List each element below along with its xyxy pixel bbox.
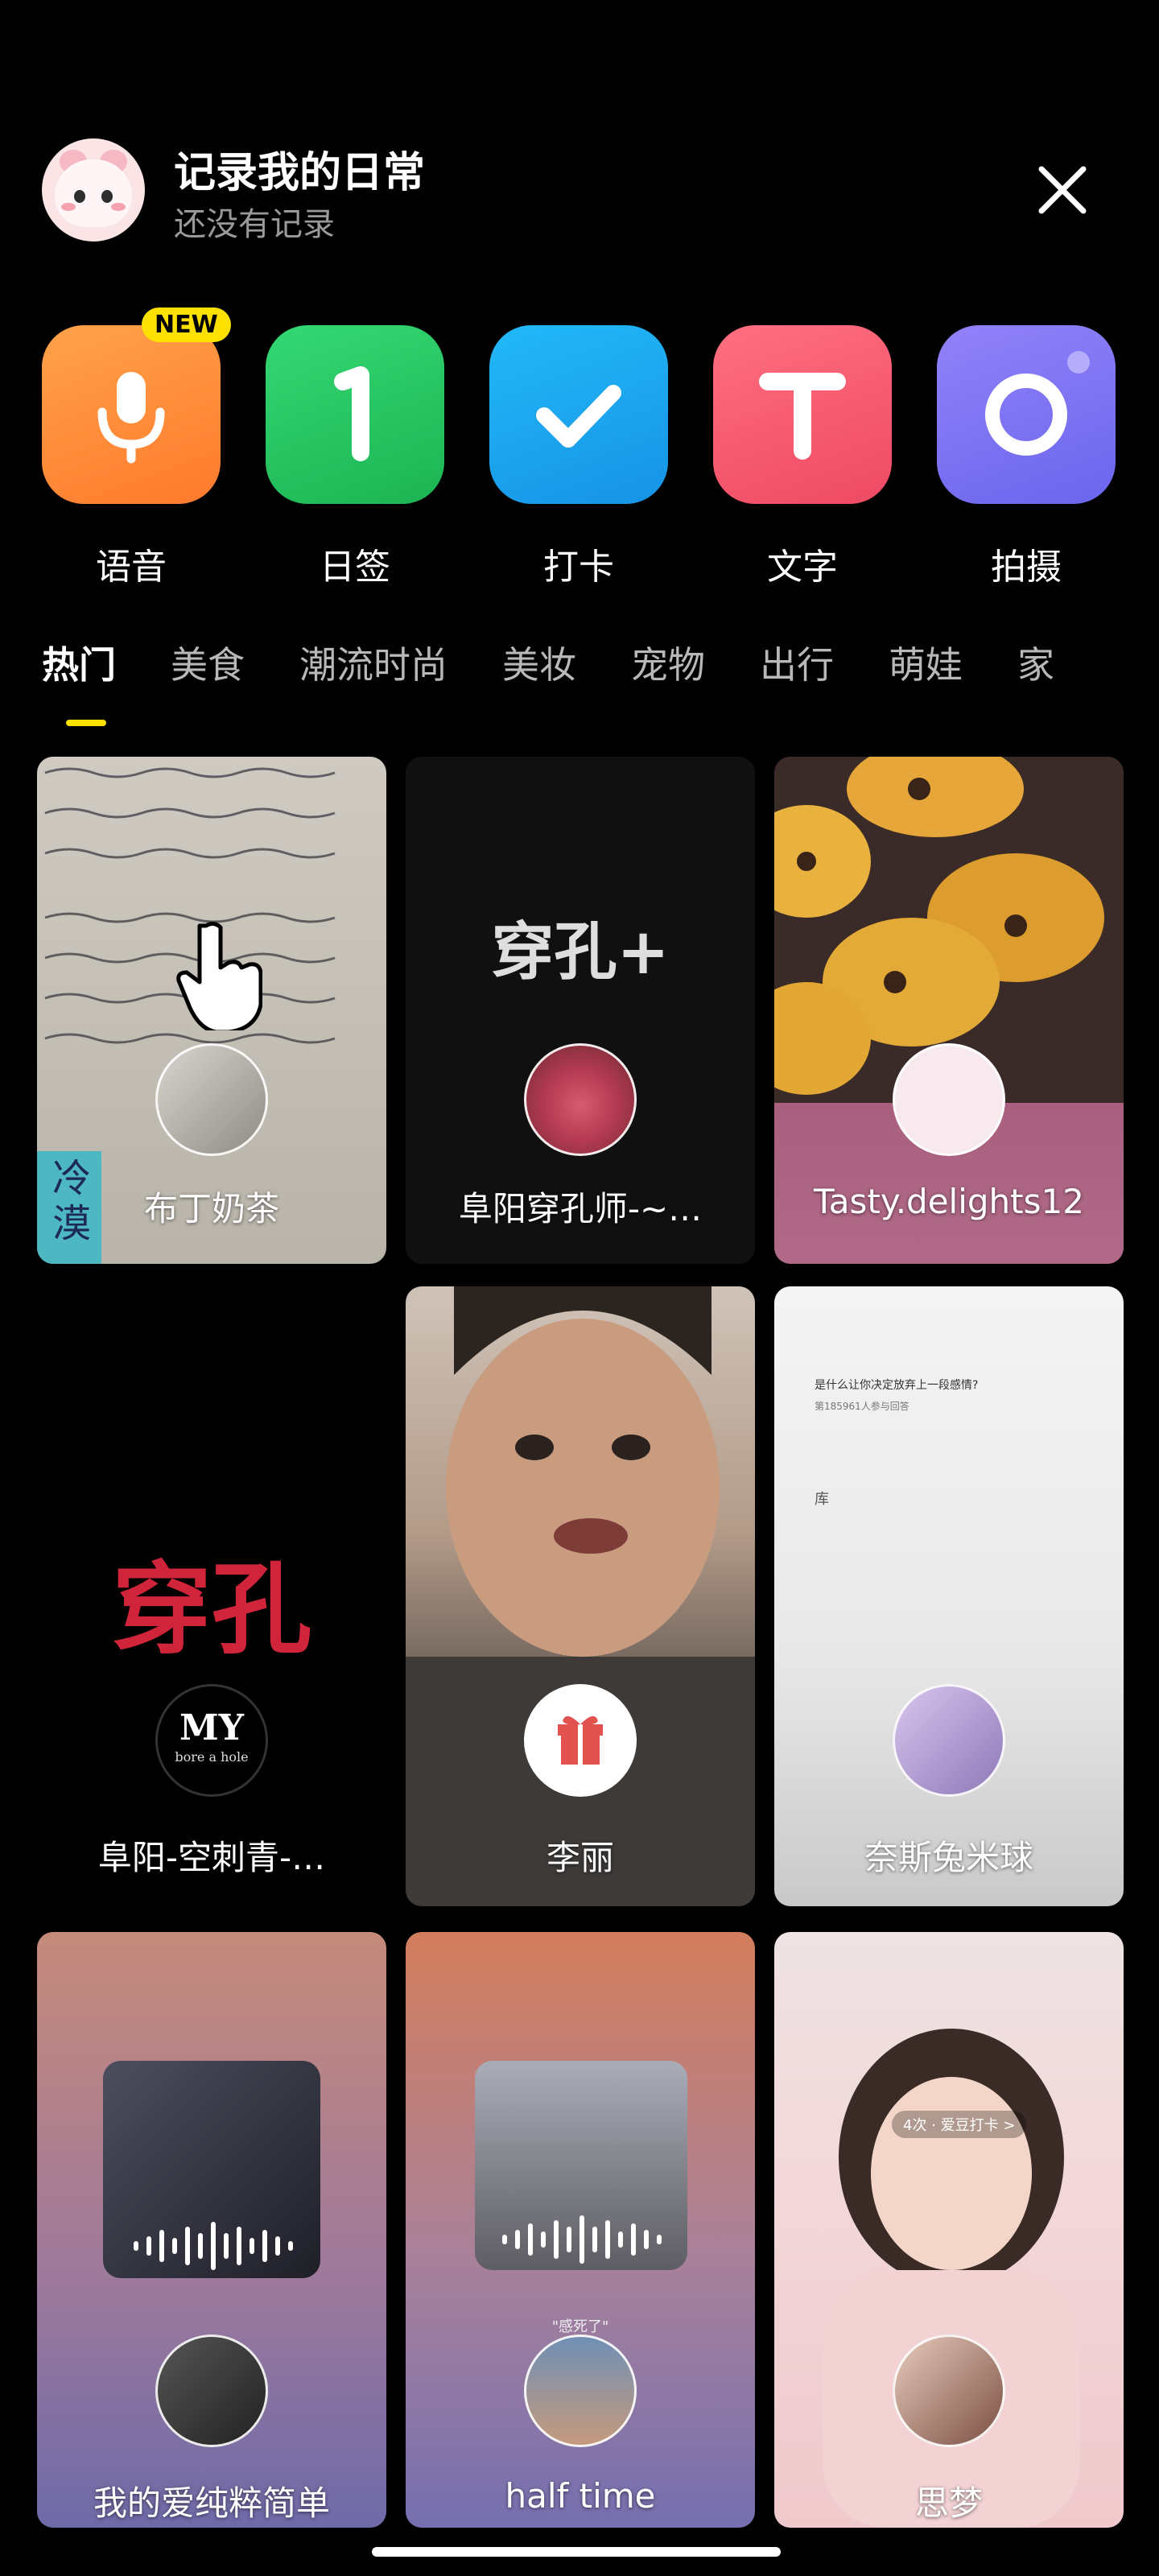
user-avatar[interactable] [155,2334,268,2447]
hand-cursor-icon [176,921,262,1030]
close-icon[interactable] [1030,158,1095,222]
card-username: half time [505,2476,656,2516]
tab-travel[interactable]: 出行 [760,636,834,689]
text-t-icon [759,373,846,460]
capture-action-button[interactable]: 拍摄 [937,325,1116,589]
home-indicator[interactable] [372,2547,781,2557]
shop-logo[interactable]: MY bore a hole [155,1684,268,1797]
gift-icon-button[interactable] [524,1684,637,1797]
logo-subtext: bore a hole [175,1749,249,1765]
card-username: 奈斯兔米球 [864,1838,1033,1877]
page-subtitle: 还没有记录 [174,206,335,243]
card-overlay-text: 穿孔+ [491,916,670,989]
answer-text: 库 [815,1491,829,1508]
microphone-icon [97,372,165,464]
gift-icon [558,1715,603,1765]
user-avatar[interactable] [524,1043,637,1156]
bunny-avatar-icon[interactable] [42,138,145,242]
camera-lens-icon [985,351,1090,456]
daily-sign-action-button[interactable]: 日签 [266,325,444,589]
audio-wave-icon [502,2215,662,2264]
page-title: 记录我的日常 [174,149,426,197]
feed-card[interactable]: 穿孔+ 阜阳穿孔师-~… [406,757,755,1264]
feed-card[interactable]: 李丽 [406,1286,755,1906]
audio-wave-icon [134,2222,293,2270]
new-badge: NEW [142,308,231,342]
quick-actions: NEW 语音 日签 打卡 文字 拍摄 [42,308,1120,591]
action-label: 文字 [767,547,838,588]
user-avatar[interactable] [155,1043,268,1156]
action-label: 语音 [96,547,167,588]
card-username: 李丽 [546,1838,614,1877]
feed-card[interactable]: 穿孔 MY bore a hole 阜阳-空刺青-… [37,1286,386,1906]
tab-hot[interactable]: 热门 [42,636,116,689]
card-username: 阜阳-空刺青-… [97,1838,326,1877]
tab-food[interactable]: 美食 [171,636,245,689]
action-label: 日签 [320,547,390,588]
feed-card[interactable]: 4次 · 爱豆打卡 > 思梦 [774,1932,1124,2528]
user-avatar[interactable] [893,2334,1005,2447]
action-label: 拍摄 [991,547,1062,588]
checkmark-icon [536,385,621,448]
caption-text: "感死了" [551,2318,609,2335]
card-overlay-text: 穿孔 [111,1552,311,1668]
category-tabs: 热门 美食 潮流时尚 美妆 宠物 出行 萌娃 家 [42,636,1159,733]
card-username: 我的爱纯粹简单 [93,2483,330,2523]
card-username: 思梦 [914,2483,983,2523]
tab-kids[interactable]: 萌娃 [889,636,963,689]
question-subtext: 第185961人参与回答 [815,1401,909,1412]
feed-card[interactable]: "感死了" half time [406,1932,755,2528]
action-label: 打卡 [543,547,614,588]
checkin-action-button[interactable]: 打卡 [489,325,668,589]
question-text: 是什么让你决定放弃上一段感情? [815,1379,979,1392]
checkin-count-badge[interactable]: 4次 · 爱豆打卡 > [892,2111,1027,2138]
logo-text: MY [179,1707,245,1748]
feed-card[interactable]: Tasty.delights12 [774,757,1124,1264]
active-tab-indicator [66,720,106,726]
feed-card[interactable]: 冷漠 布丁奶茶 [37,757,386,1264]
card-username: Tasty.delights12 [814,1182,1084,1221]
text-action-button[interactable]: 文字 [713,325,892,589]
user-avatar[interactable] [524,2334,637,2447]
header: 记录我的日常 还没有记录 [42,138,1120,243]
card-username: 布丁奶茶 [143,1189,279,1228]
feed-card[interactable]: 我的爱纯粹简单 [37,1932,386,2528]
child-photo [406,1286,755,1906]
user-avatar[interactable] [893,1043,1005,1156]
tab-fashion[interactable]: 潮流时尚 [299,636,448,689]
number-one-icon [334,366,369,461]
user-avatar[interactable] [893,1684,1005,1797]
tab-pets[interactable]: 宠物 [631,636,705,689]
voice-action-button[interactable]: NEW 语音 [42,308,231,589]
feed-card[interactable]: 是什么让你决定放弃上一段感情? 第185961人参与回答 库 奈斯兔米球 [774,1286,1124,1906]
tab-makeup[interactable]: 美妆 [502,636,576,689]
card-username: 阜阳穿孔师-~… [458,1189,703,1228]
tab-home[interactable]: 家 [1017,636,1054,689]
